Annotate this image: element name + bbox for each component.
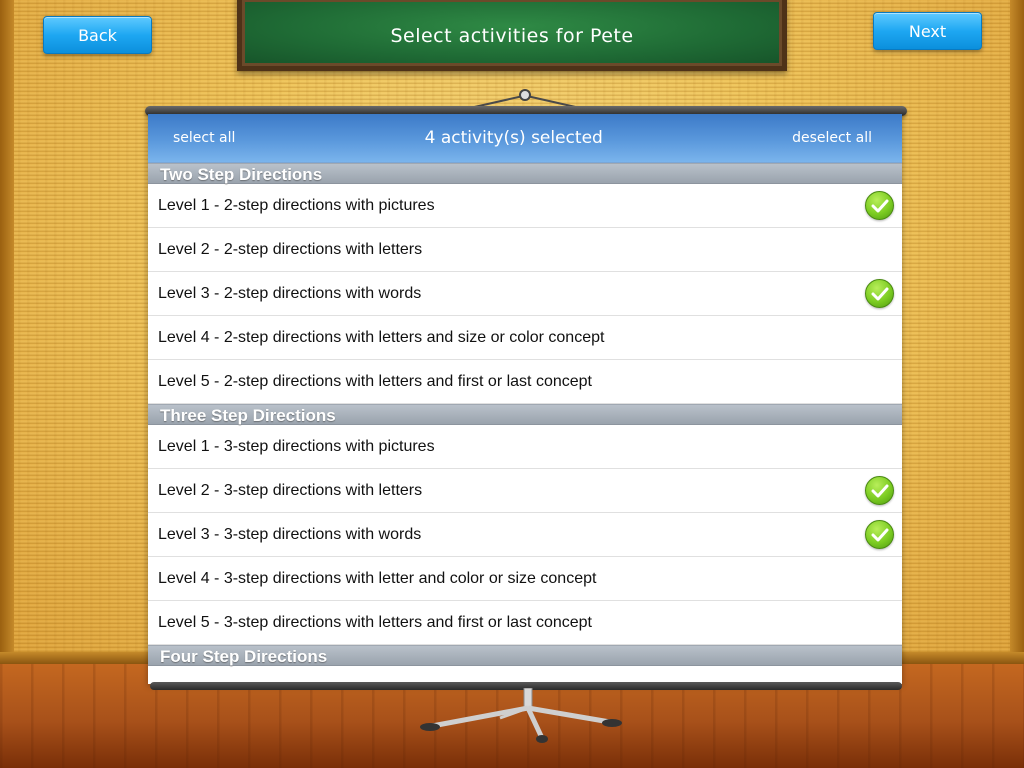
activity-list-screen: select all 4 activity(s) selected desele… bbox=[148, 114, 902, 684]
activity-row[interactable]: Level 2 - 2-step directions with letters bbox=[148, 228, 902, 272]
activity-label: Level 3 - 2-step directions with words bbox=[158, 284, 422, 302]
back-button[interactable]: Back bbox=[43, 16, 152, 54]
activity-row[interactable]: Level 3 - 2-step directions with words bbox=[148, 272, 902, 316]
activity-row[interactable]: Level 2 - 3-step directions with letters bbox=[148, 469, 902, 513]
activity-row[interactable]: Level 4 - 3-step directions with letter … bbox=[148, 557, 902, 601]
section-header: Two Step Directions bbox=[148, 163, 902, 184]
section-header: Four Step Directions bbox=[148, 645, 902, 666]
activity-label: Level 4 - 3-step directions with letter … bbox=[158, 569, 597, 587]
chalkboard-surface: Select activities for Pete bbox=[245, 2, 779, 63]
activity-label: Level 2 - 2-step directions with letters bbox=[158, 240, 423, 258]
activity-row[interactable]: Level 1 - 3-step directions with picture… bbox=[148, 425, 902, 469]
activity-label: Level 3 - 3-step directions with words bbox=[158, 525, 422, 543]
screen-tripod bbox=[420, 688, 622, 743]
checkmark-icon bbox=[865, 191, 894, 220]
activity-label: Level 2 - 3-step directions with letters bbox=[158, 481, 423, 499]
deselect-all-button[interactable]: deselect all bbox=[792, 130, 872, 146]
activity-row[interactable]: Level 1 - 2-step directions with picture… bbox=[148, 184, 902, 228]
checkmark-icon bbox=[865, 279, 894, 308]
next-button[interactable]: Next bbox=[873, 12, 982, 50]
section-header: Three Step Directions bbox=[148, 404, 902, 425]
list-header: select all 4 activity(s) selected desele… bbox=[148, 114, 902, 163]
activity-row[interactable]: Level 3 - 3-step directions with words bbox=[148, 513, 902, 557]
page-title: Select activities for Pete bbox=[390, 24, 634, 47]
activity-row[interactable]: Level 5 - 3-step directions with letters… bbox=[148, 601, 902, 645]
activity-label: Level 1 - 3-step directions with picture… bbox=[158, 437, 435, 455]
wall-edge-left bbox=[0, 0, 14, 660]
selected-count: 4 activity(s) selected bbox=[424, 128, 603, 148]
activity-label: Level 5 - 2-step directions with letters… bbox=[158, 372, 592, 390]
activity-row[interactable]: Level 5 - 2-step directions with letters… bbox=[148, 360, 902, 404]
activity-label: Level 4 - 2-step directions with letters… bbox=[158, 328, 605, 346]
checkmark-icon bbox=[865, 476, 894, 505]
select-all-button[interactable]: select all bbox=[173, 130, 235, 146]
activity-label: Level 1 - 2-step directions with picture… bbox=[158, 196, 435, 214]
title-chalkboard: Select activities for Pete bbox=[237, 0, 787, 71]
checkmark-icon bbox=[865, 520, 894, 549]
activity-list: Two Step Directions Level 1 - 2-step dire… bbox=[148, 163, 902, 666]
activity-label: Level 5 - 3-step directions with letters… bbox=[158, 613, 592, 631]
activity-row[interactable]: Level 4 - 2-step directions with letters… bbox=[148, 316, 902, 360]
wall-edge-right bbox=[1010, 0, 1024, 660]
